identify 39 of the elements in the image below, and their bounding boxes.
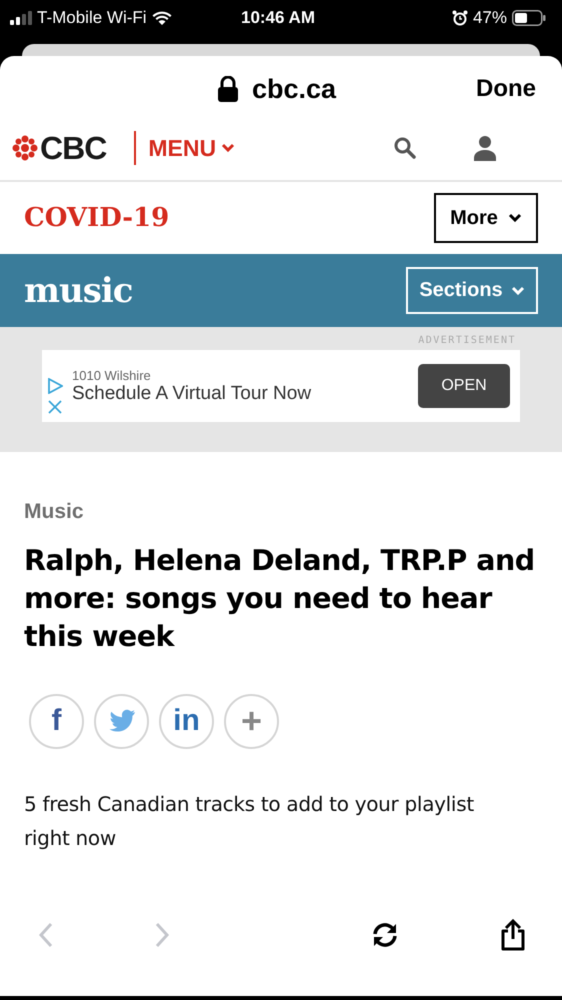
section-title: music [24, 270, 132, 310]
article-summary: 5 fresh Canadian tracks to add to your playlist right now [24, 790, 475, 852]
topic-title[interactable]: COVID-19 [24, 203, 170, 233]
back-icon[interactable] [38, 922, 54, 948]
alarm-icon [452, 10, 468, 26]
caret-icon [510, 286, 525, 296]
share-button[interactable]: in [159, 694, 214, 749]
close-icon[interactable] [48, 400, 62, 414]
lock-icon [218, 76, 238, 102]
url-text: cbc.ca [252, 74, 336, 104]
wifi-icon [152, 11, 172, 25]
cbc-logo[interactable]: CBC [40, 130, 106, 166]
article-headline: Ralph, Helena Deland, TRP.P and more: songs you need to hear this week [24, 543, 536, 655]
more-button[interactable]: More [434, 193, 538, 243]
battery-percent: 47% [472, 8, 507, 28]
menu-button[interactable]: MENU [148, 134, 236, 162]
clock-time: 10:46 AM [240, 8, 315, 28]
ad-banner[interactable]: 1010 Wilshire Schedule A Virtual Tour Now OPEN [42, 350, 520, 422]
share-button[interactable]: f [29, 694, 84, 749]
signal-icon [10, 11, 32, 25]
carrier-name: T-Mobile Wi-Fi [37, 8, 147, 28]
ad-info-icon[interactable] [47, 378, 63, 394]
article-category[interactable]: Music [24, 500, 84, 524]
caret-icon [221, 143, 236, 153]
ad-headline: Schedule A Virtual Tour Now [72, 382, 312, 404]
caret-icon [508, 213, 522, 223]
share-button[interactable]: + [224, 694, 279, 749]
ad-label: ADVERTISEMENT [418, 335, 516, 346]
sections-button[interactable]: Sections [406, 267, 538, 314]
advertiser-name: 1010 Wilshire [72, 368, 152, 382]
gem-icon [12, 135, 38, 161]
bird-icon [106, 708, 136, 734]
battery-icon [512, 10, 546, 26]
done-button[interactable]: Done [476, 75, 536, 103]
user-icon[interactable] [473, 135, 497, 161]
search-icon[interactable] [393, 136, 417, 160]
share-icon[interactable] [500, 919, 526, 951]
forward-icon[interactable] [154, 922, 170, 948]
open-button[interactable]: OPEN [418, 364, 510, 408]
